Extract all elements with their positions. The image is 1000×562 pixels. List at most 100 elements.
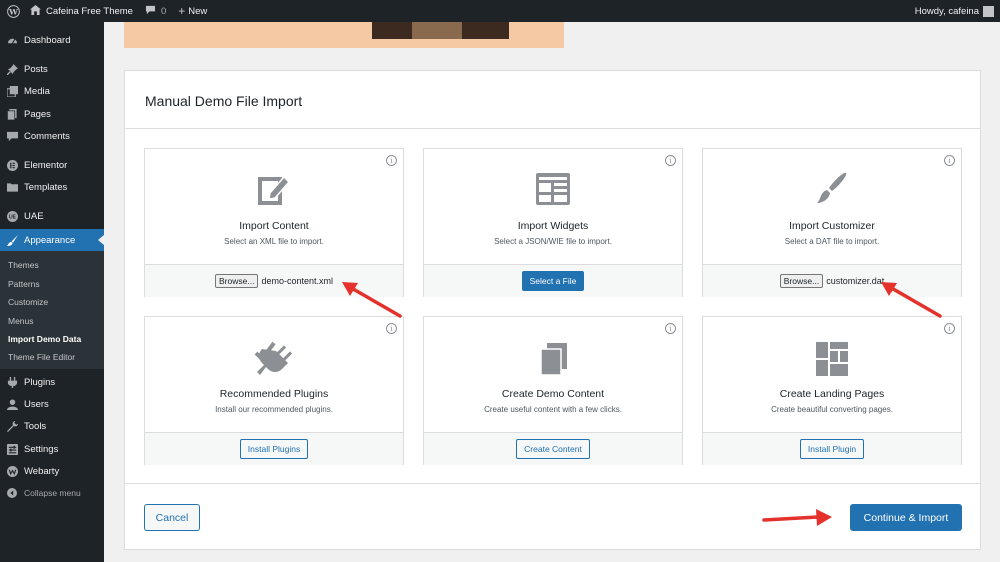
- box-footer: Install Plugins: [145, 432, 403, 465]
- edit-document-icon: [145, 171, 403, 211]
- box-title: Create Landing Pages: [779, 388, 885, 400]
- info-icon[interactable]: i: [944, 323, 955, 334]
- cancel-button[interactable]: Cancel: [144, 504, 200, 531]
- settings-icon: [0, 443, 24, 455]
- box-description: Select an XML file to import.: [224, 237, 324, 246]
- sidebar-item-appearance[interactable]: Appearance: [0, 229, 104, 251]
- home-icon: [30, 4, 41, 18]
- sidebar-item-posts[interactable]: Posts: [0, 58, 104, 80]
- svg-text:UE: UE: [9, 214, 17, 220]
- sidebar-item-label: Appearance: [24, 234, 76, 246]
- sidebar-item-media[interactable]: Media: [0, 80, 104, 102]
- sidebar-item-tools[interactable]: Tools: [0, 415, 104, 437]
- box-title: Import Customizer: [789, 220, 875, 232]
- create-content-button[interactable]: Create Content: [516, 439, 590, 459]
- plus-icon: +: [178, 4, 186, 18]
- sidebar-item-pages[interactable]: Pages: [0, 103, 104, 125]
- sidebar-item-templates[interactable]: Templates: [0, 176, 104, 198]
- plugin-icon: [0, 376, 24, 388]
- create-landing-pages-box: i Create Landing Pages Create beautiful …: [702, 316, 962, 465]
- site-name-link[interactable]: Cafeina Free Theme: [24, 0, 139, 22]
- install-plugins-button[interactable]: Install Plugins: [239, 439, 309, 459]
- collapse-menu-label: Collapse menu: [24, 488, 81, 498]
- sidebar-item-users[interactable]: Users: [0, 393, 104, 415]
- annotation-arrow-icon: [762, 509, 832, 526]
- browse-button[interactable]: Browse...: [215, 274, 259, 288]
- sidebar-item-webarty[interactable]: Webarty: [0, 460, 104, 482]
- sidebar-item-comments[interactable]: Comments: [0, 125, 104, 147]
- sidebar-item-dashboard[interactable]: Dashboard: [0, 29, 104, 51]
- wordpress-logo-icon[interactable]: W: [2, 0, 24, 22]
- annotation-arrow-icon: [342, 282, 402, 318]
- media-icon: [0, 85, 24, 97]
- new-content-link[interactable]: + New: [172, 0, 213, 22]
- file-input[interactable]: Browse... customizer.dat: [779, 274, 884, 288]
- submenu-item-themes[interactable]: Themes: [8, 260, 39, 270]
- box-description: Create beautiful converting pages.: [771, 405, 893, 414]
- info-icon[interactable]: i: [944, 155, 955, 166]
- widgets-grid-icon: [424, 171, 682, 211]
- brush-icon: [0, 234, 24, 246]
- comments-count: 0: [160, 5, 167, 17]
- sidebar-item-label: Settings: [24, 443, 59, 455]
- plug-check-icon: [145, 339, 403, 379]
- sidebar-item-label: Tools: [24, 420, 47, 432]
- import-widgets-box: i Import Widgets Select a JSON/WIE file …: [423, 148, 683, 297]
- sidebar-item-label: Comments: [24, 130, 70, 142]
- box-description: Select a JSON/WIE file to import.: [494, 237, 612, 246]
- admin-bar: W Cafeina Free Theme 0 + New Howdy, cafe…: [0, 0, 1000, 22]
- box-footer: Install Plugin: [703, 432, 961, 465]
- info-icon[interactable]: i: [665, 155, 676, 166]
- sidebar-item-label: Webarty: [24, 465, 60, 477]
- submenu-item-menus[interactable]: Menus: [8, 316, 34, 326]
- sidebar-item-label: Dashboard: [24, 34, 71, 46]
- sidebar-item-uae[interactable]: UE UAE: [0, 205, 104, 227]
- box-description: Create useful content with a few clicks.: [484, 405, 622, 414]
- page-icon: [0, 108, 24, 120]
- annotation-arrow-icon: [881, 282, 942, 318]
- box-title: Import Widgets: [517, 220, 589, 232]
- info-icon[interactable]: i: [665, 323, 676, 334]
- continue-import-button[interactable]: Continue & Import: [850, 504, 962, 531]
- comments-link[interactable]: 0: [139, 0, 172, 22]
- submenu-item-patterns[interactable]: Patterns: [8, 279, 40, 289]
- elementor-icon: [0, 159, 24, 171]
- wrench-icon: [0, 420, 24, 432]
- info-icon[interactable]: i: [386, 155, 397, 166]
- select-file-button[interactable]: Select a File: [521, 271, 585, 291]
- submenu-item-import-demo-data[interactable]: Import Demo Data: [8, 334, 81, 344]
- sidebar-item-label: Templates: [24, 181, 68, 193]
- layout-icon: [703, 339, 961, 379]
- new-label: New: [188, 5, 208, 17]
- sidebar-item-label: Elementor: [24, 159, 68, 171]
- install-plugin-button[interactable]: Install Plugin: [799, 439, 865, 459]
- account-menu[interactable]: Howdy, cafeina: [909, 0, 1000, 22]
- svg-text:W: W: [8, 7, 18, 16]
- webarty-icon: [0, 465, 24, 477]
- import-content-box: i Import Content Select an XML file to i…: [144, 148, 404, 297]
- comment-bubble-icon: [145, 5, 156, 18]
- sidebar-item-label: Pages: [24, 108, 51, 120]
- sidebar-item-label: Media: [24, 85, 50, 97]
- box-description: Install our recommended plugins.: [215, 405, 333, 414]
- sidebar-item-elementor[interactable]: Elementor: [0, 154, 104, 176]
- create-demo-content-box: i Create Demo Content Create useful cont…: [423, 316, 683, 465]
- recommended-plugins-box: i Recommended Plugins Install our recomm…: [144, 316, 404, 465]
- avatar: [983, 5, 994, 17]
- greeting-text: Howdy, cafeina: [914, 5, 979, 17]
- manual-import-card: Manual Demo File Import i Import Content…: [124, 70, 981, 550]
- users-icon: [0, 398, 24, 410]
- info-icon[interactable]: i: [386, 323, 397, 334]
- submenu-item-theme-file-editor[interactable]: Theme File Editor: [8, 352, 75, 362]
- sidebar-item-label: Plugins: [24, 376, 56, 388]
- file-input[interactable]: Browse... demo-content.xml: [215, 274, 333, 288]
- box-footer: Select a File: [424, 264, 682, 297]
- collapse-menu-button[interactable]: Collapse menu: [0, 482, 104, 504]
- sidebar-item-plugins[interactable]: Plugins: [0, 371, 104, 393]
- sidebar-item-settings[interactable]: Settings: [0, 438, 104, 460]
- comment-icon: [0, 131, 24, 142]
- browse-button[interactable]: Browse...: [779, 274, 824, 288]
- sidebar-item-label: Users: [24, 398, 49, 410]
- submenu-item-customize[interactable]: Customize: [8, 297, 48, 307]
- uae-icon: UE: [0, 210, 24, 222]
